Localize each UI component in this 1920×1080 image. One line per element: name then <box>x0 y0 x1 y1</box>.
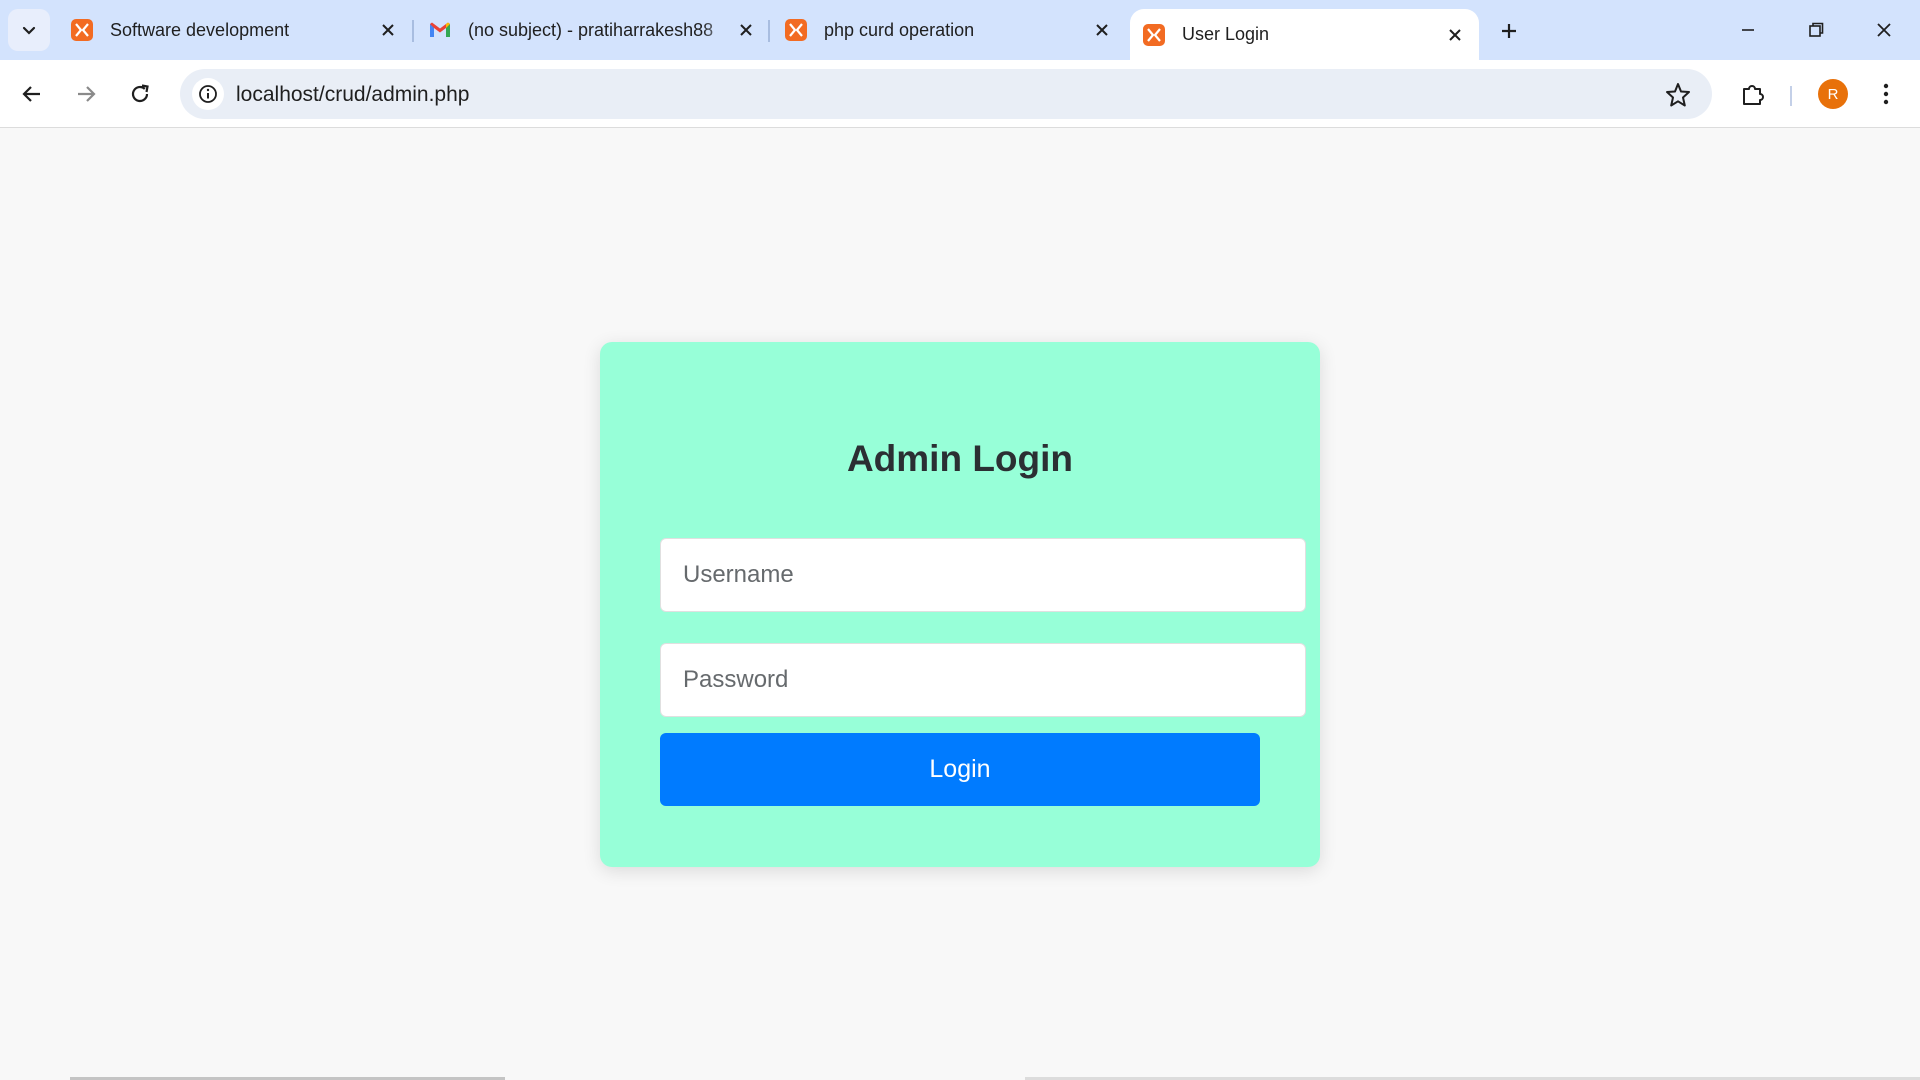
restore-icon <box>1809 22 1824 37</box>
xampp-icon <box>71 19 93 41</box>
admin-login-card: Admin Login Login <box>600 342 1320 867</box>
profile-avatar[interactable]: R <box>1818 79 1848 109</box>
tab-gmail[interactable]: (no subject) - pratiharrakesh88 <box>428 10 758 50</box>
puzzle-icon <box>1743 85 1764 105</box>
arrow-right-icon <box>78 86 96 102</box>
xampp-icon <box>785 19 807 41</box>
xampp-icon <box>1143 23 1165 46</box>
url-text: localhost/crud/admin.php <box>236 83 470 106</box>
close-window-button[interactable] <box>1864 12 1904 48</box>
arrow-left-icon <box>22 86 40 102</box>
tab-separator <box>412 20 414 42</box>
tab-title: php curd operation <box>824 19 975 40</box>
plus-icon <box>1502 24 1516 38</box>
tab-strip: Software development (no subject) - prat… <box>0 0 1920 60</box>
tab-separator <box>768 20 770 42</box>
username-input[interactable] <box>660 538 1306 612</box>
minimize-icon <box>1742 29 1754 31</box>
back-button[interactable] <box>14 76 50 112</box>
chevron-down-icon <box>22 26 36 35</box>
login-button[interactable]: Login <box>660 733 1260 806</box>
tab-php-curd-operation[interactable]: php curd operation <box>784 10 1114 50</box>
tab-title: User Login <box>1182 24 1270 44</box>
tab-search-button[interactable] <box>8 9 50 51</box>
new-tab-button[interactable] <box>1494 16 1524 46</box>
close-icon[interactable] <box>1090 18 1114 42</box>
tab-title: (no subject) - pratiharrakesh88 <box>468 19 714 40</box>
info-icon <box>199 85 217 103</box>
close-icon[interactable] <box>1443 23 1467 47</box>
close-icon[interactable] <box>376 18 400 42</box>
site-info-button[interactable] <box>192 78 224 110</box>
gmail-icon <box>430 22 450 37</box>
address-bar[interactable]: localhost/crud/admin.php <box>180 69 1712 119</box>
browser-toolbar: localhost/crud/admin.php R <box>0 60 1920 128</box>
extensions-button[interactable] <box>1737 78 1769 110</box>
page-viewport: Admin Login Login <box>0 129 1920 1080</box>
forward-button[interactable] <box>68 76 104 112</box>
menu-button[interactable] <box>1870 78 1902 110</box>
minimize-button[interactable] <box>1728 12 1768 48</box>
toolbar-divider <box>1790 86 1792 106</box>
reload-button[interactable] <box>122 76 158 112</box>
close-icon <box>1877 23 1891 37</box>
tab-software-development[interactable]: Software development <box>70 10 400 50</box>
login-heading: Admin Login <box>846 438 1074 479</box>
tab-user-login[interactable]: User Login <box>1130 9 1479 60</box>
star-bookmark-icon[interactable] <box>1664 81 1692 109</box>
more-vertical-icon <box>1883 83 1889 105</box>
close-icon[interactable] <box>734 18 758 42</box>
tab-title: Software development <box>110 19 290 40</box>
password-input[interactable] <box>660 643 1306 717</box>
reload-icon <box>131 84 149 103</box>
restore-button[interactable] <box>1796 12 1836 48</box>
